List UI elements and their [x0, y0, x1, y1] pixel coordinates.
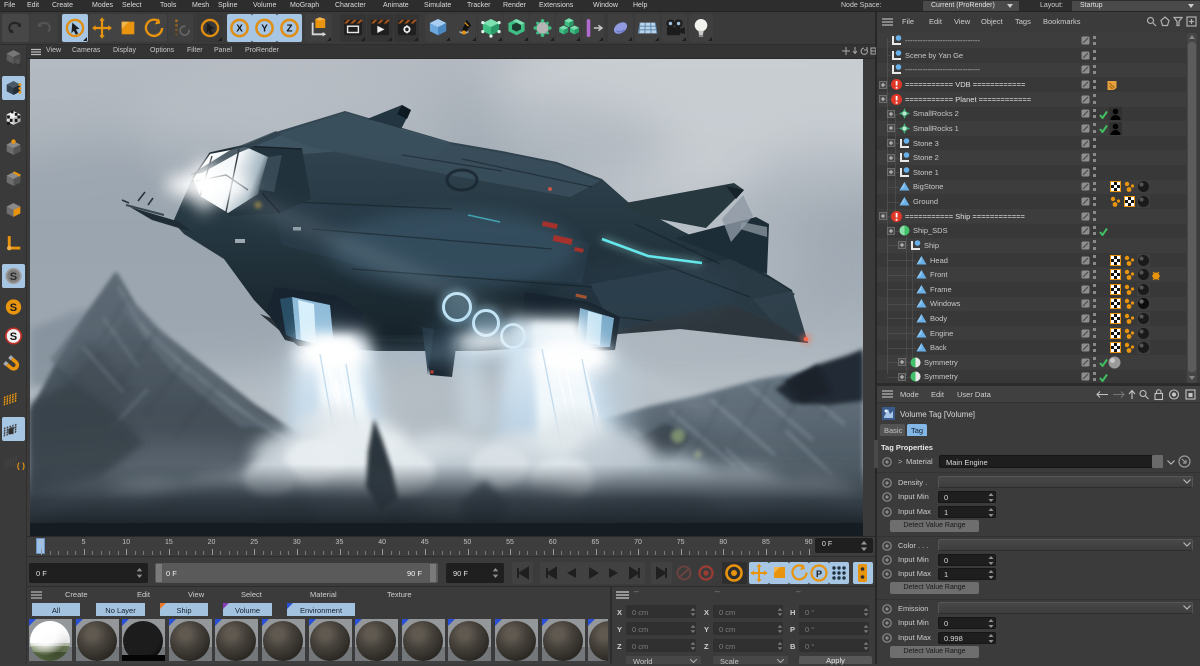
svg-text:S: S	[10, 271, 17, 283]
svg-text:S: S	[10, 302, 17, 314]
svg-text:Y: Y	[261, 24, 268, 35]
svg-text:X: X	[236, 24, 243, 35]
svg-text:Z: Z	[286, 24, 292, 35]
svg-text:( ): ( )	[17, 461, 25, 471]
svg-text:P: P	[816, 569, 822, 579]
svg-text:S: S	[10, 331, 17, 343]
